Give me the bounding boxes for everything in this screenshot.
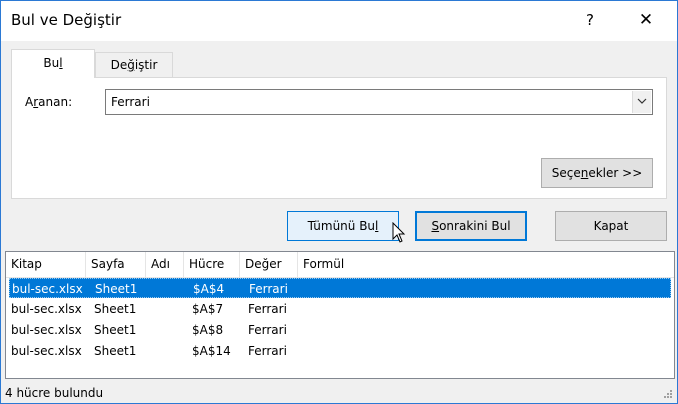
cell-deger: Ferrari xyxy=(249,282,288,296)
tab-replace[interactable]: Değiştir xyxy=(95,52,173,78)
cell-hucre: $A$14 xyxy=(192,344,231,358)
find-what-combobox[interactable]: Ferrari xyxy=(105,89,653,115)
cell-formul xyxy=(304,341,306,361)
cell-adi xyxy=(150,299,152,319)
cell-sayfa: Sheet1 xyxy=(94,302,137,316)
column-header-formul[interactable]: Formül xyxy=(298,252,418,277)
results-list[interactable]: Kitap Sayfa Adı Hücre Değer Formül bul-s… xyxy=(5,251,675,379)
results-header: Kitap Sayfa Adı Hücre Değer Formül xyxy=(6,252,674,278)
column-header-deger[interactable]: Değer xyxy=(240,252,298,277)
tab-find-label: Bul xyxy=(43,56,63,70)
resize-grip-icon[interactable] xyxy=(663,389,673,399)
cell-formul xyxy=(304,320,306,340)
dialog-title: Bul ve Değiştir xyxy=(11,11,122,29)
column-header-adi[interactable]: Adı xyxy=(146,252,184,277)
cell-sayfa: Sheet1 xyxy=(94,323,137,337)
cell-kitap: bul-sec.xlsx xyxy=(12,282,83,296)
find-replace-dialog: Bul ve Değiştir ? ✕ Bul Değiştir Aranan:… xyxy=(0,0,678,404)
column-header-sayfa[interactable]: Sayfa xyxy=(86,252,146,277)
tab-replace-label: Değiştir xyxy=(110,58,158,72)
find-all-button[interactable]: Tümünü Bul xyxy=(287,211,399,241)
cell-deger: Ferrari xyxy=(248,302,287,316)
find-next-button[interactable]: Sonrakini Bul xyxy=(415,211,527,241)
tab-find[interactable]: Bul xyxy=(11,49,95,78)
cell-sayfa: Sheet1 xyxy=(95,282,138,296)
column-header-hucre[interactable]: Hücre xyxy=(184,252,240,277)
cell-hucre: $A$8 xyxy=(192,323,224,337)
mouse-cursor-icon xyxy=(392,222,406,243)
find-what-label: Aranan: xyxy=(25,95,73,109)
cell-kitap: bul-sec.xlsx xyxy=(11,302,82,316)
help-button[interactable]: ? xyxy=(567,1,613,39)
close-button[interactable]: Kapat xyxy=(555,211,667,241)
cell-deger: Ferrari xyxy=(248,323,287,337)
cell-adi xyxy=(150,341,152,361)
chevron-down-icon[interactable] xyxy=(632,91,651,113)
status-text: 4 hücre bulundu xyxy=(5,386,104,400)
options-button[interactable]: Seçenekler >> xyxy=(541,158,653,188)
cell-adi xyxy=(151,279,153,299)
cell-kitap: bul-sec.xlsx xyxy=(11,344,82,358)
find-what-input[interactable]: Ferrari xyxy=(111,95,150,109)
table-row[interactable]: bul-sec.xlsx Sheet1 $A$4 Ferrari xyxy=(9,278,671,298)
title-bar: Bul ve Değiştir ? ✕ xyxy=(1,1,677,41)
cell-sayfa: Sheet1 xyxy=(94,344,137,358)
cell-hucre: $A$7 xyxy=(192,302,224,316)
table-row[interactable]: bul-sec.xlsx Sheet1 $A$8 Ferrari xyxy=(9,320,671,340)
cell-adi xyxy=(150,320,152,340)
cell-formul xyxy=(304,299,306,319)
cell-kitap: bul-sec.xlsx xyxy=(11,323,82,337)
table-row[interactable]: bul-sec.xlsx Sheet1 $A$7 Ferrari xyxy=(9,299,671,319)
cell-hucre: $A$4 xyxy=(193,282,225,296)
table-row[interactable]: bul-sec.xlsx Sheet1 $A$14 Ferrari xyxy=(9,341,671,361)
close-window-button[interactable]: ✕ xyxy=(623,1,669,39)
column-header-kitap[interactable]: Kitap xyxy=(6,252,86,277)
cell-formul xyxy=(305,279,307,299)
cell-deger: Ferrari xyxy=(248,344,287,358)
